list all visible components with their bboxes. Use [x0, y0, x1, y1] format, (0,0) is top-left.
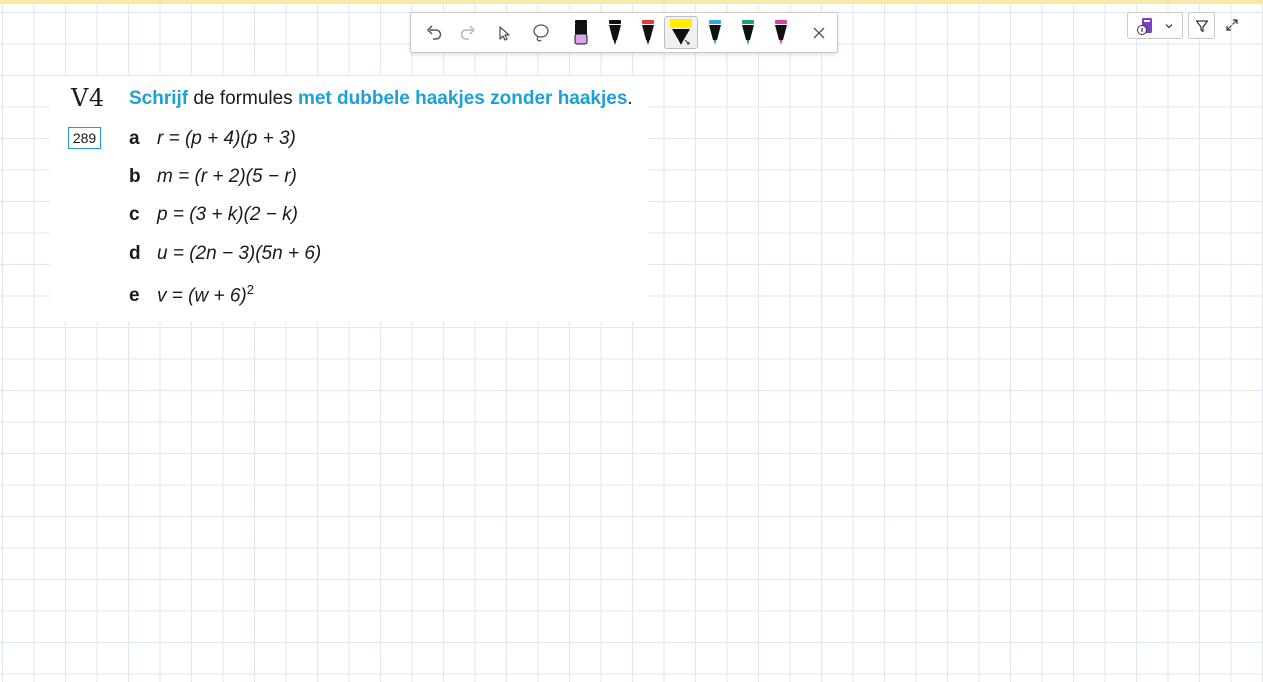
undo-icon: [426, 24, 442, 40]
pen-green-button[interactable]: [732, 13, 764, 52]
redo-icon: [460, 24, 476, 40]
pen-icon: [742, 19, 754, 45]
item-letter: d: [129, 243, 141, 264]
close-icon: [813, 27, 825, 38]
expand-icon: [1226, 19, 1238, 31]
pen-red-button[interactable]: [632, 13, 664, 52]
pen-icon: [642, 19, 654, 45]
item-letter: e: [129, 285, 140, 307]
instruction-period: .: [627, 88, 633, 109]
filter-button[interactable]: [1188, 12, 1215, 39]
exercise-item-c: c p = (3 + k)(2 − k): [129, 204, 298, 226]
exercise-item-b: b m = (r + 2)(5 − r): [129, 166, 297, 188]
top-accent-line: [0, 0, 1263, 4]
item-letter: a: [129, 128, 140, 149]
expand-button[interactable]: [1221, 14, 1243, 36]
item-formula: m = (r + 2)(5 − r): [157, 166, 297, 187]
undo-button[interactable]: [417, 13, 451, 52]
pen-black-button[interactable]: [599, 13, 631, 52]
notebook-dropdown-button[interactable]: [1127, 12, 1183, 39]
exercise-badge[interactable]: 289: [68, 127, 101, 149]
exercise-item-e: e v = (w + 6)2: [129, 282, 254, 307]
pen-magenta-button[interactable]: [765, 13, 797, 52]
select-tool-button[interactable]: [487, 13, 521, 52]
instruction-text: de formules: [188, 88, 298, 109]
item-formula: v = (w + 6): [157, 285, 247, 307]
pen-blue-button[interactable]: [699, 13, 731, 52]
lasso-tool-button[interactable]: [523, 13, 559, 52]
lasso-icon: [533, 23, 549, 41]
item-formula: p = (3 + k)(2 − k): [157, 204, 298, 225]
instruction-emphasis: met dubbele haakjes zonder haakjes: [297, 88, 628, 109]
item-formula: u = (2n − 3)(5n + 6): [157, 243, 322, 264]
exercise-instruction: Schrijf de formules met dubbele haakjes …: [129, 88, 633, 110]
item-letter: c: [129, 204, 140, 225]
chevron-down-icon: [1165, 23, 1173, 28]
item-letter: b: [129, 166, 141, 187]
pointer-icon: [499, 25, 510, 41]
instruction-keyword: Schrijf: [129, 88, 189, 109]
highlighter-yellow-button[interactable]: [664, 16, 698, 49]
highlighter-icon: [670, 18, 692, 45]
item-exponent: 2: [246, 282, 254, 297]
exercise-number: V4: [71, 84, 105, 112]
notebook-icon: [1137, 17, 1152, 35]
redo-button[interactable]: [451, 13, 485, 52]
pen-icon: [709, 19, 721, 45]
drawing-toolbar: [410, 12, 838, 53]
pen-icon: [775, 19, 787, 45]
close-toolbar-button[interactable]: [803, 13, 835, 52]
item-formula: r = (p + 4)(p + 3): [157, 128, 296, 149]
exercise-item-a: a r = (p + 4)(p + 3): [129, 128, 296, 150]
pen-icon: [574, 19, 588, 44]
pen-icon: [609, 19, 621, 45]
filter-icon: [1195, 19, 1208, 32]
exercise-item-d: d u = (2n − 3)(5n + 6): [129, 243, 321, 265]
pen-purple-tip-button[interactable]: [565, 13, 597, 52]
